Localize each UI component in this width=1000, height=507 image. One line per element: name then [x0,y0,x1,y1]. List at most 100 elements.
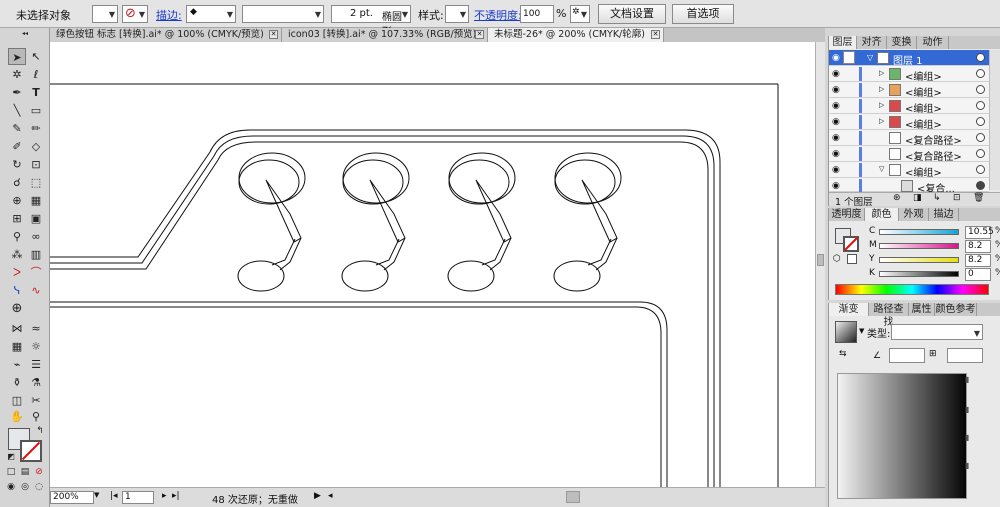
paintbrush-tool-icon[interactable]: ✎ [8,120,26,137]
scroll-left-icon[interactable]: ◂ [328,491,333,501]
layer-row[interactable]: ◉ ▷ <编组> [829,114,989,131]
target-circle-icon[interactable] [976,133,985,142]
target-circle-icon[interactable] [976,181,985,190]
visibility-eye-icon[interactable]: ◉ [832,101,840,111]
channel-slider[interactable] [879,229,959,235]
flare-tool-icon[interactable]: ☼ [27,338,45,355]
lasso-tool-icon[interactable]: ℓ [27,66,45,83]
eraser-tool-icon[interactable]: ◇ [27,138,45,155]
gradient-swatch-dropdown-icon[interactable]: ▼ [859,327,864,335]
wave-tool-icon[interactable]: ≈ [27,320,45,337]
visibility-eye-icon[interactable]: ◉ [832,53,840,63]
layer-row[interactable]: ◉ ▷ <编组> [829,98,989,115]
custom-red-tool-a-icon[interactable]: ᐳ [8,264,26,281]
direct-selection-tool-icon[interactable]: ↖ [27,48,45,65]
target-circle-icon[interactable] [976,165,985,174]
layers-scrollbar[interactable] [989,50,1000,190]
shape-builder-tool-icon[interactable]: ⊕ [8,192,26,209]
clipping-mask-icon[interactable]: ◨ [913,193,922,203]
column-graph-tool-icon[interactable]: ▥ [27,246,45,263]
gradient-stop-marker-upper[interactable]: ▮ [965,405,969,414]
zoom-tool-icon[interactable]: ⚲ [27,408,45,425]
warp-tool-icon[interactable]: ☌ [8,174,26,191]
gradient-stop-marker-bottom[interactable]: ▮ [965,461,969,470]
scroll-thumb[interactable] [817,254,824,266]
color-mode-icon[interactable]: □ [5,466,17,478]
tab-icon03[interactable]: icon03 [转换].ai* @ 107.33% (RGB/预览) ✕ [282,28,488,42]
target-circle-icon[interactable] [976,101,985,110]
visibility-eye-icon[interactable]: ◉ [832,165,840,175]
tab-align[interactable]: 对齐 [857,36,887,49]
none-swatch[interactable] [847,254,857,264]
mesh-tool-icon[interactable]: ⊞ [8,210,26,227]
fill-swatch-dropdown[interactable]: ▼ [92,5,118,23]
custom-red-tool-b-icon[interactable]: ⌒ [27,264,45,281]
visibility-eye-icon[interactable]: ◉ [832,69,840,79]
next-artboard-icon[interactable]: ▸ [162,491,167,501]
slice-tool-icon[interactable]: ✂ [27,392,45,409]
close-icon[interactable]: ✕ [475,30,484,39]
visibility-eye-icon[interactable]: ◉ [832,133,840,143]
isolate-dropdown[interactable]: ✲ ▼ [570,5,590,23]
document-setup-button[interactable]: 文档设置 [598,4,666,24]
new-layer-icon[interactable]: ⊡ [953,193,961,203]
target-circle-icon[interactable] [976,117,985,126]
stroke-color-swatch[interactable] [20,440,42,462]
live-paint-tool-icon[interactable]: ⚱ [8,374,26,391]
target-circle-icon[interactable] [976,85,985,94]
gradient-tool-icon[interactable]: ▣ [27,210,45,227]
visibility-eye-icon[interactable]: ◉ [832,181,840,191]
tab-color[interactable]: 颜色 [865,208,899,221]
eyedropper-tool-icon[interactable]: ⚲ [8,228,26,245]
last-artboard-icon[interactable]: ▸| [172,491,180,501]
stroke-link[interactable]: 描边: [156,7,182,23]
vertical-scrollbar[interactable] [815,42,825,487]
tab-gradient[interactable]: 渐变 [829,303,869,316]
line-tool-icon[interactable]: ╲ [8,102,26,119]
stroke-weight-dropdown[interactable]: ◆ ▼ [186,5,236,23]
zoom-dropdown-icon[interactable]: ▼ [94,491,99,499]
channel-slider[interactable] [879,257,959,263]
selection-tool-icon[interactable]: ➤ [8,48,26,65]
blend-tool-icon[interactable]: ∞ [27,228,45,245]
default-colors-icon[interactable]: ◩ [6,452,16,462]
lock-toggle[interactable] [843,51,855,64]
pencil-tool-icon[interactable]: ✏ [27,120,45,137]
tab-color-guide[interactable]: 颜色参考 [935,303,977,316]
stroke-swatch-dropdown[interactable]: ⊘ ▼ [122,5,148,23]
artboard-canvas[interactable] [50,42,815,487]
opacity-link[interactable]: 不透明度: [474,7,522,23]
aspect-ratio-field[interactable] [947,348,983,363]
target-circle-icon[interactable] [976,69,985,78]
gradient-preview-swatch[interactable] [835,321,857,343]
brush-dropdown[interactable]: 2 pt. 椭圆形 ▼ [331,5,411,38]
horizontal-scroll-thumb[interactable] [566,491,580,503]
layer-row[interactable]: ◉ <复合路径> [829,130,989,147]
visibility-eye-icon[interactable]: ◉ [832,149,840,159]
close-icon[interactable]: ✕ [651,30,660,39]
gamut-cube-icon[interactable]: ⬡ [833,254,841,264]
gradient-type-dropdown[interactable]: ▼ [891,324,983,340]
gradient-stop-marker-top[interactable]: ▮ [965,375,969,384]
envelope-tool-icon[interactable]: ⋈ [8,320,26,337]
angle-field[interactable] [889,348,925,363]
delete-layer-icon[interactable]: 🗑 [973,193,984,203]
close-icon[interactable]: ✕ [269,30,278,39]
layer-row[interactable]: ◉ ▷ <编组> [829,82,989,99]
symbol-sprayer-tool-icon[interactable]: ⁂ [8,246,26,263]
pen-tool-icon[interactable]: ✒ [8,84,26,101]
gradient-ramp[interactable] [837,373,967,499]
grid-tool-icon[interactable]: ▦ [8,338,26,355]
reverse-gradient-icon[interactable]: ⇆ [839,349,847,359]
locate-object-icon[interactable]: ⊛ [893,193,901,203]
tab-stroke[interactable]: 描边 [929,208,959,221]
tab-layers[interactable]: 图层 [829,36,857,49]
channel-value[interactable]: 0 [965,268,991,281]
zigzag-tool-icon[interactable]: ⌁ [8,356,26,373]
channel-slider[interactable] [879,243,959,249]
draw-inside-icon[interactable]: ◌ [33,481,45,493]
color-spectrum-ramp[interactable] [835,284,989,295]
visibility-eye-icon[interactable]: ◉ [832,117,840,127]
tab-transparency[interactable]: 透明度 [829,208,865,221]
channel-value[interactable]: 10.55 [965,226,994,239]
